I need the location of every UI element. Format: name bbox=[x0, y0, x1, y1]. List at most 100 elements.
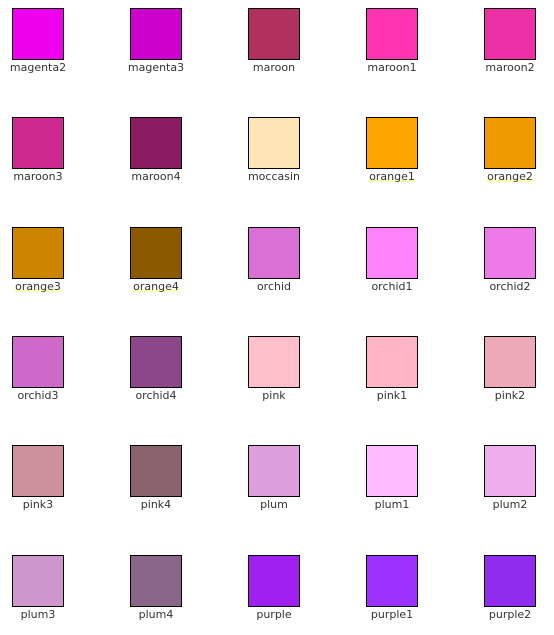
swatch-label: orchid2 bbox=[460, 280, 554, 294]
swatch-label-text: plum3 bbox=[20, 608, 56, 621]
color-swatch bbox=[130, 555, 182, 607]
swatch-cell: maroon1 bbox=[342, 8, 442, 88]
swatch-label-text: plum1 bbox=[374, 498, 410, 511]
color-swatch bbox=[366, 445, 418, 497]
swatch-label: maroon4 bbox=[106, 170, 206, 184]
swatch-label: moccasin bbox=[224, 170, 324, 184]
swatch-label: maroon1 bbox=[342, 61, 442, 75]
swatch-label: orchid4 bbox=[106, 389, 206, 403]
swatch-cell: maroon bbox=[224, 8, 324, 88]
swatch-label-text: orange4 bbox=[132, 280, 180, 293]
swatch-label-text: maroon1 bbox=[367, 61, 417, 74]
swatch-cell: magenta2 bbox=[0, 8, 88, 88]
swatch-label: magenta2 bbox=[0, 61, 88, 75]
swatch-cell: orange4 bbox=[106, 227, 206, 307]
swatch-label: pink1 bbox=[342, 389, 442, 403]
swatch-label: maroon3 bbox=[0, 170, 88, 184]
color-swatch bbox=[12, 227, 64, 279]
swatch-cell: magenta3 bbox=[106, 8, 206, 88]
swatch-label-text: pink2 bbox=[494, 389, 526, 402]
swatch-cell: orchid1 bbox=[342, 227, 442, 307]
swatch-cell: orchid2 bbox=[460, 227, 554, 307]
swatch-label-text: maroon2 bbox=[485, 61, 535, 74]
swatch-label-text: purple bbox=[256, 608, 292, 621]
swatch-label-text: maroon4 bbox=[131, 170, 181, 183]
color-swatch bbox=[12, 555, 64, 607]
color-swatch bbox=[366, 555, 418, 607]
swatch-cell: pink2 bbox=[460, 336, 554, 416]
swatch-label: maroon bbox=[224, 61, 324, 75]
swatch-label-text: moccasin bbox=[247, 170, 301, 183]
color-swatch bbox=[12, 336, 64, 388]
swatch-label-text: pink4 bbox=[140, 498, 172, 511]
swatch-label: plum bbox=[224, 498, 324, 512]
swatch-label-text: purple1 bbox=[370, 608, 414, 621]
color-swatch bbox=[366, 336, 418, 388]
color-swatch-grid: magenta2 magenta3 maroon maroon1 maroon2 maro… bbox=[0, 0, 554, 631]
swatch-cell: orange1 bbox=[342, 117, 442, 197]
swatch-label: pink3 bbox=[0, 498, 88, 512]
color-swatch bbox=[484, 117, 536, 169]
swatch-label-text: plum4 bbox=[138, 608, 174, 621]
swatch-label-text: plum2 bbox=[492, 498, 528, 511]
swatch-label: orchid1 bbox=[342, 280, 442, 294]
swatch-label: pink bbox=[224, 389, 324, 403]
color-swatch bbox=[366, 8, 418, 60]
color-swatch bbox=[130, 117, 182, 169]
swatch-label-text: pink bbox=[262, 389, 286, 402]
color-swatch bbox=[366, 227, 418, 279]
swatch-cell: purple1 bbox=[342, 555, 442, 635]
swatch-label: maroon2 bbox=[460, 61, 554, 75]
swatch-cell: maroon4 bbox=[106, 117, 206, 197]
swatch-cell: moccasin bbox=[224, 117, 324, 197]
color-swatch bbox=[248, 8, 300, 60]
swatch-label: orange4 bbox=[106, 280, 206, 294]
swatch-label-text: magenta2 bbox=[9, 61, 67, 74]
swatch-label: orange1 bbox=[342, 170, 442, 184]
color-swatch bbox=[248, 117, 300, 169]
color-swatch bbox=[366, 117, 418, 169]
swatch-label: orange3 bbox=[0, 280, 88, 294]
color-swatch bbox=[484, 8, 536, 60]
swatch-label-text: orchid bbox=[256, 280, 292, 293]
color-swatch bbox=[484, 555, 536, 607]
swatch-label: pink4 bbox=[106, 498, 206, 512]
swatch-label: magenta3 bbox=[106, 61, 206, 75]
swatch-label-text: magenta3 bbox=[127, 61, 185, 74]
swatch-label-text: orange3 bbox=[14, 280, 62, 293]
color-swatch bbox=[484, 227, 536, 279]
swatch-label: purple2 bbox=[460, 608, 554, 622]
swatch-label-text: orchid3 bbox=[17, 389, 59, 402]
swatch-label-text: maroon3 bbox=[13, 170, 63, 183]
swatch-cell: orchid4 bbox=[106, 336, 206, 416]
swatch-label-text: purple2 bbox=[488, 608, 532, 621]
swatch-label: pink2 bbox=[460, 389, 554, 403]
swatch-label-text: orchid2 bbox=[489, 280, 531, 293]
swatch-cell: pink4 bbox=[106, 445, 206, 525]
swatch-label: plum1 bbox=[342, 498, 442, 512]
color-swatch bbox=[248, 445, 300, 497]
swatch-label-text: pink3 bbox=[22, 498, 54, 511]
swatch-cell: maroon3 bbox=[0, 117, 88, 197]
swatch-cell: orchid3 bbox=[0, 336, 88, 416]
swatch-cell: pink1 bbox=[342, 336, 442, 416]
color-swatch bbox=[12, 8, 64, 60]
swatch-cell: plum2 bbox=[460, 445, 554, 525]
color-swatch bbox=[12, 117, 64, 169]
swatch-label: plum2 bbox=[460, 498, 554, 512]
swatch-cell: orange2 bbox=[460, 117, 554, 197]
swatch-cell: orchid bbox=[224, 227, 324, 307]
swatch-label: purple1 bbox=[342, 608, 442, 622]
swatch-label: plum4 bbox=[106, 608, 206, 622]
swatch-cell: purple bbox=[224, 555, 324, 635]
swatch-cell: plum3 bbox=[0, 555, 88, 635]
color-swatch bbox=[484, 336, 536, 388]
color-swatch bbox=[130, 445, 182, 497]
swatch-label: plum3 bbox=[0, 608, 88, 622]
color-swatch bbox=[248, 555, 300, 607]
swatch-label: orange2 bbox=[460, 170, 554, 184]
swatch-label-text: orchid4 bbox=[135, 389, 177, 402]
color-swatch bbox=[248, 336, 300, 388]
color-swatch bbox=[248, 227, 300, 279]
swatch-label-text: orange1 bbox=[368, 170, 416, 183]
